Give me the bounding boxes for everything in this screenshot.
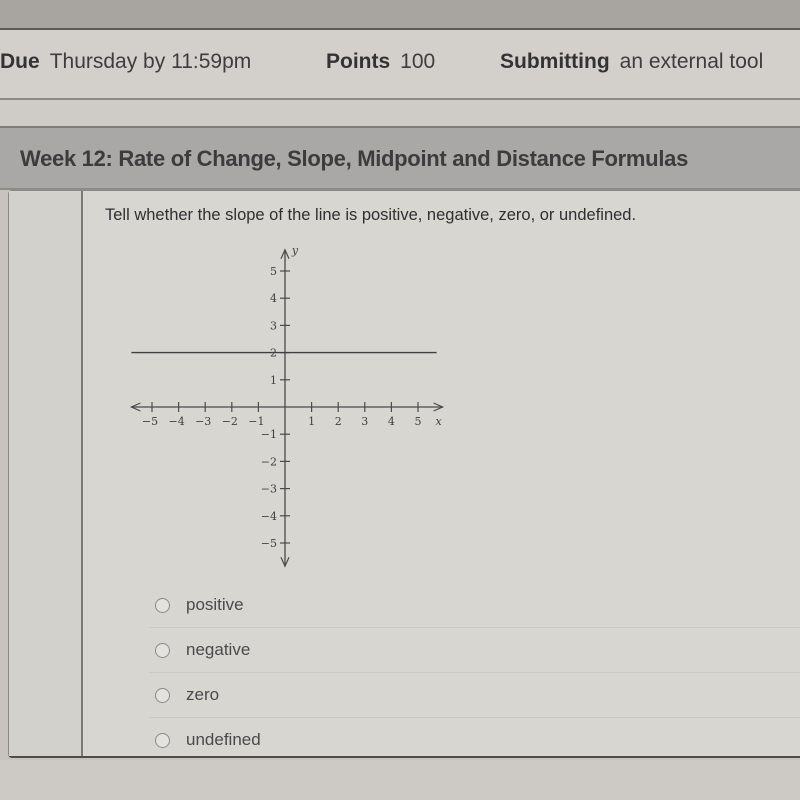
x-tick-label: −2: [222, 415, 238, 428]
coordinate-graph: −5−4−3−2−11234554321−1−2−3−4−5xy: [101, 229, 461, 579]
due-label: Due: [0, 50, 40, 73]
answer-option-positive[interactable]: positive: [149, 583, 800, 628]
answer-option-zero[interactable]: zero: [149, 673, 800, 718]
y-tick-label: −3: [261, 483, 277, 496]
browser-top-strip: [0, 0, 800, 30]
radio-button[interactable]: [155, 597, 170, 613]
y-tick-label: −4: [261, 510, 277, 523]
answer-option-undefined[interactable]: undefined: [149, 718, 800, 762]
y-tick-label: −1: [261, 428, 277, 441]
submitting-value: an external tool: [619, 50, 764, 73]
x-tick-label: −1: [248, 415, 264, 428]
x-tick-label: 3: [361, 415, 368, 428]
points-label: Points: [326, 50, 391, 73]
y-tick-label: 4: [270, 292, 277, 305]
page-bottom-area: [0, 760, 800, 800]
x-tick-label: −4: [168, 415, 184, 428]
quiz-header: Week 12: Rate of Change, Slope, Midpoint…: [0, 126, 800, 190]
x-tick-label: 4: [388, 415, 395, 428]
answer-label[interactable]: zero: [186, 685, 219, 705]
y-tick-label: 5: [270, 265, 277, 278]
y-tick-label: −2: [261, 455, 277, 468]
points-value: 100: [400, 50, 436, 73]
graph-svg: −5−4−3−2−11234554321−1−2−3−4−5xy: [129, 244, 445, 568]
radio-button[interactable]: [155, 687, 170, 703]
y-tick-label: −5: [261, 537, 277, 550]
y-axis-label: y: [291, 244, 299, 257]
answer-label[interactable]: positive: [186, 595, 244, 615]
answer-label[interactable]: negative: [186, 640, 250, 660]
answer-label[interactable]: undefined: [186, 730, 261, 750]
x-tick-label: 1: [308, 415, 315, 428]
x-tick-label: 5: [415, 415, 422, 428]
x-tick-label: −3: [195, 415, 211, 428]
x-axis-label: x: [435, 415, 442, 428]
submitting-info: Submitting an external tool: [500, 50, 763, 74]
answer-option-negative[interactable]: negative: [149, 628, 800, 673]
x-tick-label: 2: [335, 415, 342, 428]
question-gutter: [9, 191, 83, 756]
due-value: Thursday by 11:59pm: [49, 50, 252, 73]
submitting-label: Submitting: [500, 50, 610, 73]
due-info: Due Thursday by 11:59pm: [0, 50, 251, 74]
y-tick-label: 1: [270, 374, 277, 387]
assignment-details-bar: Due Thursday by 11:59pm Points 100 Submitt…: [0, 30, 800, 100]
y-tick-label: 3: [270, 319, 277, 332]
radio-button[interactable]: [155, 732, 170, 748]
question-card: Tell whether the slope of the line is po…: [8, 190, 800, 758]
spacer: [0, 100, 800, 126]
x-tick-label: −5: [142, 415, 158, 428]
radio-button[interactable]: [155, 642, 170, 658]
quiz-title: Week 12: Rate of Change, Slope, Midpoint…: [20, 146, 688, 171]
question-prompt: Tell whether the slope of the line is po…: [105, 206, 637, 224]
answer-options: positive negative zero undefined: [149, 583, 800, 762]
points-info: Points 100: [326, 50, 435, 74]
